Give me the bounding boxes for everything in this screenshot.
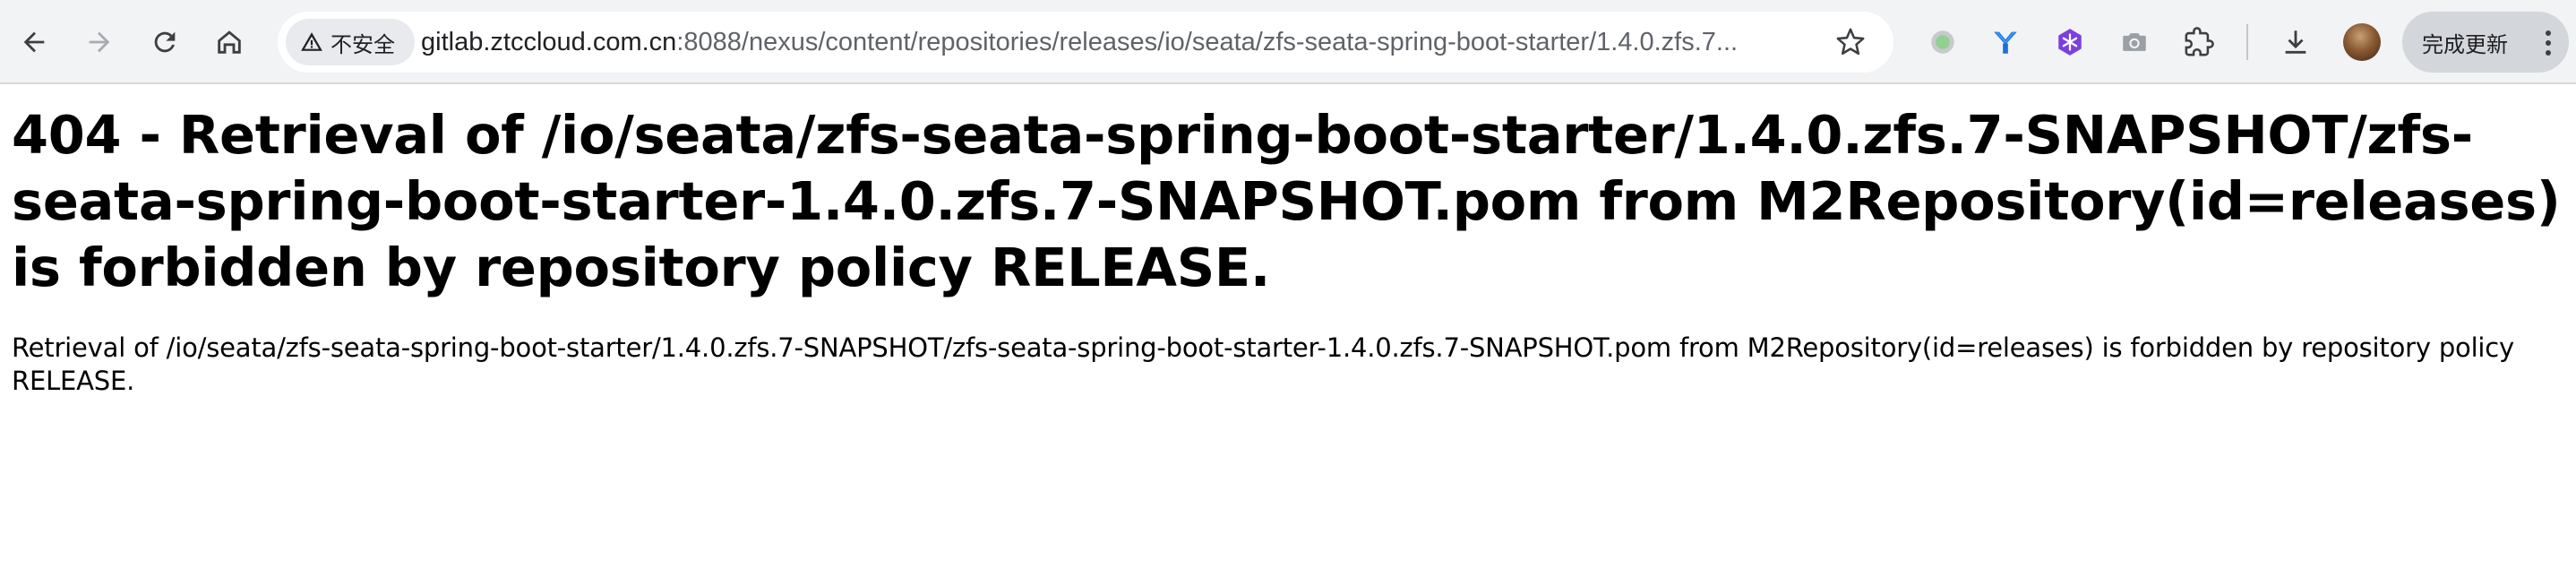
forward-arrow-icon	[89, 31, 110, 53]
green-dot-extension-icon	[1931, 30, 1954, 54]
update-label: 完成更新	[2422, 31, 2508, 57]
extension-camera[interactable]	[2114, 22, 2155, 63]
address-bar[interactable]: 不安全 gitlab.ztccloud.com.cn:8088/nexus/co…	[278, 12, 1893, 73]
download-button[interactable]	[2275, 22, 2316, 63]
extension-purple-snowflake[interactable]	[2049, 22, 2091, 63]
extension-y-logo[interactable]	[1985, 22, 2026, 63]
extension-green-dot[interactable]	[1922, 22, 1963, 63]
puzzle-extensions-icon	[2185, 27, 2214, 56]
error-heading: 404 - Retrieval of /io/seata/zfs-seata-s…	[12, 104, 2561, 298]
reload-icon	[154, 31, 176, 53]
kebab-menu-icon	[2546, 30, 2551, 56]
back-button[interactable]	[13, 21, 56, 64]
download-icon	[2285, 30, 2306, 54]
extensions-button[interactable]	[2178, 22, 2220, 63]
back-arrow-icon	[23, 31, 45, 53]
profile-avatar[interactable]	[2343, 23, 2381, 61]
home-icon	[218, 30, 241, 54]
y-logo-extension-icon	[1994, 31, 2017, 54]
error-message: Retrieval of /io/seata/zfs-seata-spring-…	[12, 332, 2514, 396]
reload-button[interactable]	[143, 21, 186, 64]
update-button[interactable]: 完成更新	[2402, 12, 2569, 73]
url-path: :8088/nexus/content/repositories/release…	[676, 28, 1739, 56]
url-text[interactable]: gitlab.ztccloud.com.cn:8088/nexus/conten…	[421, 12, 1738, 73]
bookmark-button[interactable]	[1833, 24, 1868, 60]
page-content: 404 - Retrieval of /io/seata/zfs-seata-s…	[12, 84, 2564, 398]
security-chip[interactable]: 不安全	[286, 19, 415, 65]
warning-triangle-icon	[301, 32, 322, 51]
security-label: 不安全	[331, 31, 395, 57]
purple-snowflake-extension-icon	[2058, 29, 2082, 56]
star-icon	[1836, 28, 1865, 56]
camera-extension-icon	[2123, 33, 2146, 51]
browser-toolbar: 不安全 gitlab.ztccloud.com.cn:8088/nexus/co…	[0, 0, 2576, 84]
home-button[interactable]	[208, 21, 251, 64]
toolbar-separator	[2246, 24, 2248, 60]
url-host: gitlab.ztccloud.com.cn	[421, 28, 677, 56]
forward-button[interactable]	[78, 21, 121, 64]
